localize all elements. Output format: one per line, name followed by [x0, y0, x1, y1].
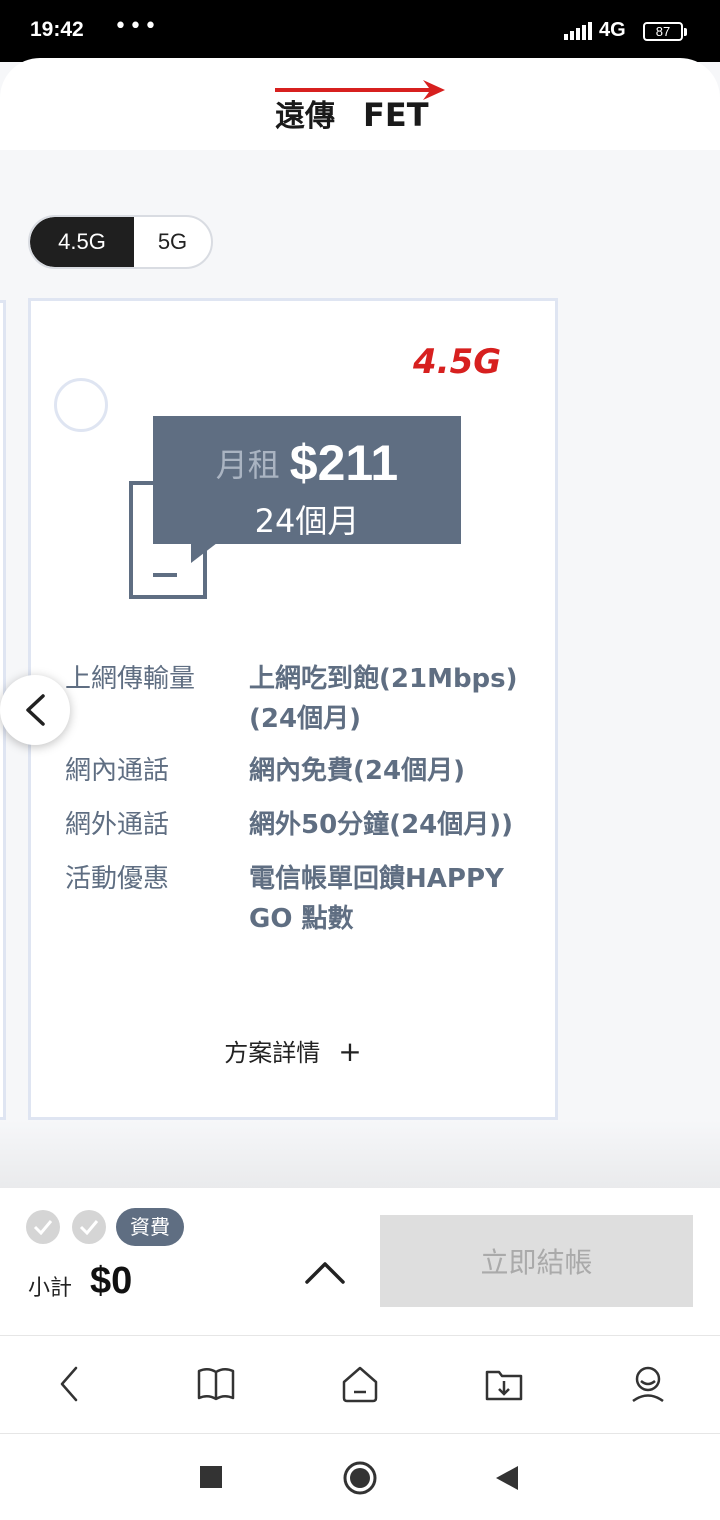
- back-triangle-icon[interactable]: [494, 1464, 520, 1492]
- plus-icon: +: [338, 1035, 362, 1068]
- status-time: 19:42: [30, 18, 84, 41]
- feature-value: 網外50分鐘(24個月)): [249, 810, 514, 840]
- notification-dots: •••: [114, 14, 159, 39]
- logo-text-en: FET: [363, 96, 429, 130]
- carousel-prev-button[interactable]: [0, 675, 70, 745]
- fee-step-badge: 資費: [116, 1208, 184, 1246]
- fet-logo[interactable]: 遠傳 FET: [273, 70, 449, 130]
- plan-select-radio[interactable]: [54, 378, 108, 432]
- logo-text-cn: 遠傳: [275, 99, 335, 130]
- signal-icon: [564, 22, 592, 40]
- plan-details-label: 方案詳情: [224, 1039, 321, 1067]
- feature-label: 上網傳輸量: [65, 664, 196, 694]
- step-check-icon: [72, 1210, 106, 1244]
- badge-text: 4.5G: [413, 343, 501, 379]
- site-header: 遠傳 FET: [0, 58, 720, 150]
- network-type: 4G: [599, 19, 626, 41]
- plan-details-link[interactable]: 方案詳情 +: [31, 1033, 555, 1068]
- subtotal-value: $0: [90, 1260, 133, 1302]
- step-check-icon: [26, 1210, 60, 1244]
- feature-label: 活動優惠: [65, 864, 170, 894]
- back-icon[interactable]: [50, 1364, 90, 1404]
- home-icon[interactable]: [340, 1364, 380, 1404]
- chevron-left-icon: [26, 694, 45, 726]
- recent-apps-icon[interactable]: [200, 1466, 222, 1488]
- contract-term: 24個月: [254, 502, 360, 540]
- 4-5g-badge: 4.5G: [413, 343, 501, 379]
- checkout-bar: 資費 小計 $0 立即結帳: [0, 1188, 720, 1336]
- home-circle-icon[interactable]: [342, 1460, 378, 1496]
- price-box: 月租 $211 24個月: [153, 416, 461, 544]
- chevron-up-icon[interactable]: [303, 1258, 347, 1288]
- price-box-tail: [191, 543, 217, 563]
- downloads-icon[interactable]: [484, 1364, 524, 1404]
- profile-icon[interactable]: [628, 1364, 668, 1404]
- plan-card[interactable]: 4.5G 月租 $211 24個月 上網傳輸量 上網吃到飽(21Mbps)(24個…: [28, 298, 558, 1120]
- subtotal-label: 小計: [28, 1276, 73, 1301]
- feature-label: 網外通話: [65, 810, 170, 840]
- toggle-option-5g[interactable]: 5G: [134, 217, 211, 267]
- bookmarks-icon[interactable]: [196, 1364, 236, 1404]
- browser-nav-bar: [0, 1336, 720, 1434]
- feature-value: 電信帳單回饋HAPPY GO 點數: [249, 864, 504, 934]
- checkout-button[interactable]: 立即結帳: [380, 1215, 693, 1307]
- battery-icon: 87: [643, 22, 687, 41]
- status-bar: 19:42 ••• 4G 87: [0, 0, 720, 62]
- monthly-price: $211: [289, 435, 399, 491]
- toggle-option-4-5g[interactable]: 4.5G: [30, 217, 134, 267]
- system-nav-bar: [0, 1434, 720, 1520]
- feature-value: 上網吃到飽(21Mbps)(24個月): [249, 664, 518, 734]
- price-label: 月租: [215, 446, 280, 484]
- feature-value: 網內免費(24個月): [249, 756, 465, 786]
- content-fade: [0, 1120, 720, 1190]
- feature-label: 網內通話: [65, 756, 170, 786]
- network-type-toggle: 4.5G 5G: [28, 215, 213, 269]
